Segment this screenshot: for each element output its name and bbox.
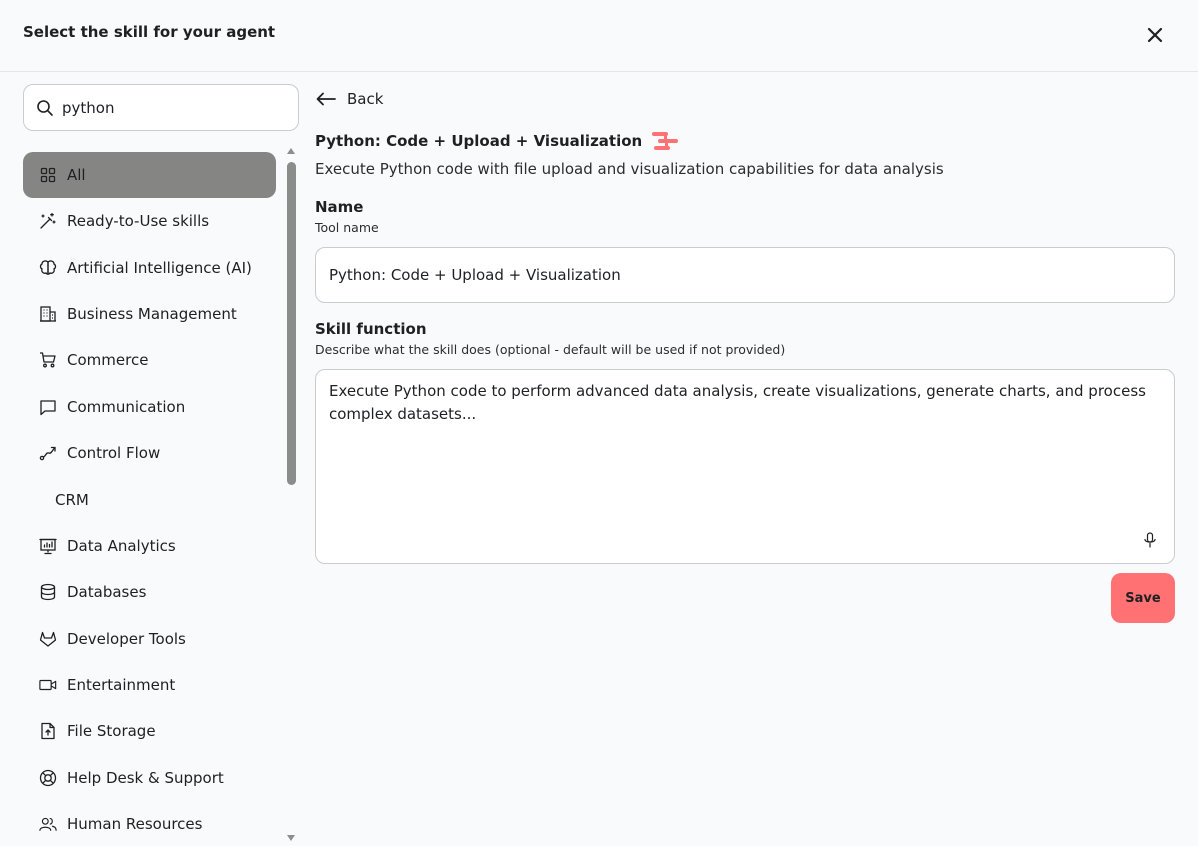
skill-function-hint: Describe what the skill does (optional -…	[315, 342, 786, 357]
magic-wand-icon	[39, 212, 57, 230]
category-item-entertainment[interactable]: Entertainment	[23, 662, 276, 708]
flow-icon	[39, 444, 57, 462]
category-item-control-flow[interactable]: Control Flow	[23, 430, 276, 476]
file-upload-icon	[39, 722, 57, 740]
building-icon	[39, 305, 57, 323]
category-label: Data Analytics	[67, 536, 176, 555]
search-input[interactable]	[62, 95, 287, 121]
skill-function-label: Skill function	[315, 320, 427, 338]
category-label: Developer Tools	[67, 629, 186, 648]
category-label: Help Desk & Support	[67, 768, 224, 787]
gitlab-icon	[39, 630, 57, 648]
category-item-developer-tools[interactable]: Developer Tools	[23, 616, 276, 662]
category-label: Control Flow	[67, 444, 161, 463]
modal-title: Select the skill for your agent	[23, 23, 276, 41]
video-icon	[39, 676, 57, 694]
category-item-communication[interactable]: Communication	[23, 384, 276, 430]
category-item-help-desk[interactable]: Help Desk & Support	[23, 755, 276, 801]
category-label: Human Resources	[67, 815, 203, 834]
category-label: Databases	[67, 583, 147, 602]
sidebar-scrollbar[interactable]	[286, 148, 296, 846]
category-item-all[interactable]: All	[23, 152, 276, 198]
scrollbar-thumb[interactable]	[287, 162, 296, 485]
brain-icon	[39, 259, 57, 277]
people-icon	[39, 815, 57, 833]
skill-logo-icon	[652, 132, 679, 150]
chat-icon	[39, 398, 57, 416]
category-label: Ready-to-Use skills	[67, 212, 210, 231]
category-label: Entertainment	[67, 676, 176, 695]
arrow-left-icon	[316, 92, 336, 106]
microphone-icon[interactable]	[1142, 532, 1158, 548]
grid-icon	[39, 166, 57, 184]
lifebuoy-icon	[39, 769, 57, 787]
category-item-crm[interactable]: CRM	[23, 476, 276, 522]
category-item-databases[interactable]: Databases	[23, 569, 276, 615]
category-item-file-storage[interactable]: File Storage	[23, 708, 276, 754]
close-icon	[1147, 27, 1163, 43]
skill-header: Python: Code + Upload + Visualization	[315, 130, 680, 152]
save-button[interactable]: Save	[1111, 573, 1175, 623]
category-label: Communication	[67, 397, 186, 416]
category-item-data-analytics[interactable]: Data Analytics	[23, 523, 276, 569]
category-item-commerce[interactable]: Commerce	[23, 337, 276, 383]
search-icon	[37, 100, 53, 116]
category-label: CRM	[55, 490, 89, 509]
name-hint: Tool name	[315, 220, 379, 235]
skill-title: Python: Code + Upload + Visualization	[315, 132, 643, 150]
category-label: Artificial Intelligence (AI)	[67, 258, 252, 277]
category-label: Commerce	[67, 351, 149, 370]
close-button[interactable]	[1143, 23, 1167, 47]
skill-description: Execute Python code with file upload and…	[315, 160, 944, 178]
tool-name-input[interactable]	[315, 247, 1175, 303]
category-list: All Ready-to-Use skills Artificial Intel…	[23, 152, 276, 846]
back-button[interactable]: Back	[315, 86, 383, 112]
cart-icon	[39, 351, 57, 369]
category-item-business-management[interactable]: Business Management	[23, 291, 276, 337]
scroll-down-arrow[interactable]	[287, 835, 295, 841]
search-box	[23, 84, 299, 131]
category-label: Business Management	[67, 304, 237, 323]
name-label: Name	[315, 198, 364, 216]
back-label: Back	[347, 90, 384, 108]
skill-function-textarea[interactable]: Execute Python code to perform advanced …	[315, 369, 1175, 564]
chart-board-icon	[39, 537, 57, 555]
category-item-ai[interactable]: Artificial Intelligence (AI)	[23, 244, 276, 290]
category-label: File Storage	[67, 722, 156, 741]
category-label: All	[67, 166, 86, 184]
scroll-up-arrow[interactable]	[287, 148, 295, 154]
database-icon	[39, 583, 57, 601]
modal-header: Select the skill for your agent	[0, 0, 1198, 72]
category-item-human-resources[interactable]: Human Resources	[23, 801, 276, 846]
category-item-ready-to-use[interactable]: Ready-to-Use skills	[23, 198, 276, 244]
